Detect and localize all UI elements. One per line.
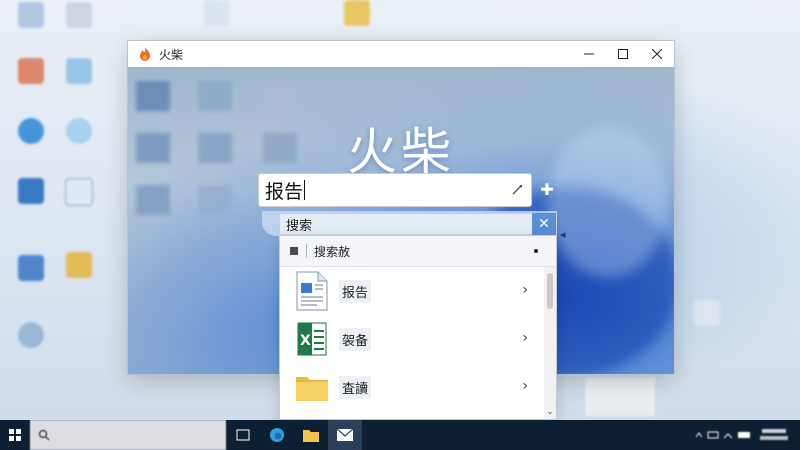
svg-text:X: X: [300, 333, 311, 349]
maximize-button[interactable]: [606, 41, 640, 67]
blurred-icon: [136, 81, 170, 111]
pencil-icon[interactable]: [509, 182, 525, 198]
spreadsheet-icon: X: [295, 319, 329, 359]
divider: [306, 244, 307, 258]
edge-browser-icon: [270, 428, 284, 442]
desktop-icon: [52, 2, 106, 31]
taskbar: [0, 420, 800, 450]
chevron-right-icon: ›: [522, 282, 528, 298]
taskbar-edge[interactable]: [260, 420, 294, 450]
result-item-report[interactable]: 报告 ›: [280, 267, 544, 315]
tray-icons: [695, 431, 750, 439]
popup-subheader-label: 搜索赦: [314, 244, 351, 259]
desktop-icon: [4, 322, 58, 351]
desktop-icon: [52, 252, 106, 281]
blurred-window: [585, 378, 655, 416]
minimize-icon: [584, 53, 594, 55]
desktop-icon: [330, 0, 384, 29]
title-bar[interactable]: 火柴: [128, 41, 674, 67]
scroll-thumb[interactable]: [547, 273, 553, 309]
taskbar-file-explorer[interactable]: [294, 420, 328, 450]
text-caret: [304, 180, 306, 200]
mail-icon: [337, 428, 353, 441]
search-icon: [38, 429, 50, 441]
document-icon: [295, 271, 329, 311]
task-view-icon: [236, 429, 250, 441]
system-tray[interactable]: [694, 420, 790, 450]
desktop-icon: [4, 58, 58, 87]
blurred-icon: [198, 81, 232, 111]
chevron-right-icon: ›: [522, 378, 528, 394]
desktop-icon: [52, 58, 106, 87]
taskbar-task-view[interactable]: [226, 420, 260, 450]
taskbar-active-app[interactable]: [328, 420, 362, 450]
start-button[interactable]: [0, 420, 30, 450]
plus-icon: ✚: [540, 180, 554, 199]
flame-icon: [137, 46, 153, 62]
popup-header: 搜索 ✕: [279, 213, 557, 235]
search-input-value: 报告: [265, 180, 304, 203]
close-icon: ✕: [538, 216, 550, 232]
search-results-popup: 搜索赦 报告 › X 袈备 › 査讀 › ⌄: [279, 235, 557, 420]
desktop-icon: [52, 178, 106, 209]
folder-icon: [295, 367, 329, 407]
close-icon: [652, 49, 662, 59]
result-item-label: 査讀: [339, 375, 372, 399]
desktop-icon: [4, 178, 58, 207]
result-item-folder[interactable]: 査讀 ›: [280, 363, 544, 411]
add-button[interactable]: ✚: [538, 181, 556, 199]
chevron-left-icon[interactable]: ◂: [560, 228, 570, 242]
chevron-down-icon[interactable]: ⌄: [545, 407, 555, 419]
blurred-icon: [136, 185, 170, 215]
results-list: 报告 › X 袈备 › 査讀 ›: [280, 267, 544, 411]
blurred-icon: [263, 81, 297, 111]
result-item-label: 袈备: [339, 327, 372, 351]
folder-mini-icon: [290, 247, 298, 255]
clock-icon: [760, 429, 788, 440]
search-input[interactable]: 报告: [258, 173, 532, 207]
windows-logo-icon: [9, 429, 21, 441]
desktop-icon: [4, 255, 58, 284]
chevron-right-icon: ›: [522, 330, 528, 346]
result-item-spreadsheet[interactable]: X 袈备 ›: [280, 315, 544, 363]
more-icon[interactable]: [534, 249, 538, 253]
popup-subheader: 搜索赦: [280, 236, 556, 267]
folder-icon: [303, 430, 319, 442]
desktop-icon: [52, 118, 106, 147]
popup-header-label: 搜索: [286, 218, 313, 234]
popup-scrollbar[interactable]: ⌄: [544, 267, 556, 419]
desktop-icon: [4, 118, 58, 147]
close-button[interactable]: [640, 41, 674, 67]
desktop-icon: [680, 300, 734, 329]
window-title: 火柴: [159, 47, 184, 62]
popup-close-button[interactable]: ✕: [532, 213, 556, 235]
maximize-icon: [618, 49, 628, 59]
desktop-icon: [4, 2, 58, 31]
desktop-icon: [190, 0, 244, 29]
taskbar-search[interactable]: [30, 420, 226, 450]
blurred-icon: [198, 185, 232, 215]
minimize-button[interactable]: [572, 41, 606, 67]
result-item-label: 报告: [339, 279, 372, 303]
